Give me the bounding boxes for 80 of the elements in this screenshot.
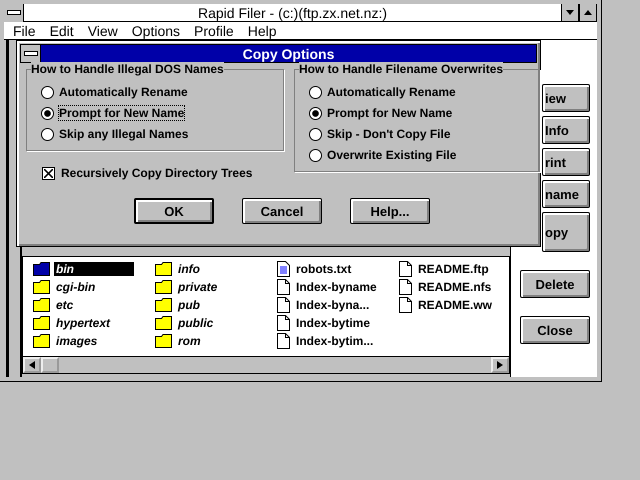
folder-icon <box>33 316 50 330</box>
file-name[interactable]: info <box>176 262 202 276</box>
delete-button[interactable]: Delete <box>520 270 590 298</box>
minimize-button[interactable] <box>561 4 579 22</box>
option-label[interactable]: Skip any Illegal Names <box>59 127 188 141</box>
side-button[interactable]: Info <box>542 116 590 144</box>
file-name[interactable]: private <box>176 280 220 294</box>
text-file-icon <box>277 261 290 277</box>
radio-button[interactable] <box>309 86 322 98</box>
file-icon <box>399 261 412 277</box>
folder-icon <box>155 298 172 312</box>
dialog-title: Copy Options <box>41 45 536 62</box>
file-name[interactable]: etc <box>54 298 76 312</box>
dialog-button[interactable]: Help... <box>350 198 430 224</box>
file-icon <box>399 297 412 313</box>
menu-item[interactable]: Options <box>126 22 190 38</box>
folder-icon <box>155 334 172 348</box>
menu-item[interactable]: Edit <box>44 22 83 38</box>
file-name[interactable]: cgi-bin <box>54 280 98 294</box>
up-arrow-icon <box>584 10 592 14</box>
maximize-button[interactable] <box>579 4 597 22</box>
group-title: How to Handle Filename Overwrites <box>299 62 504 76</box>
file-icon <box>277 297 290 313</box>
side-button[interactable]: name <box>542 180 590 208</box>
file-name[interactable]: README.ww <box>416 298 494 312</box>
folder-icon <box>33 334 50 348</box>
radio-button[interactable] <box>309 128 322 140</box>
window-title: Rapid Filer - (c:)(ftp.zx.net.nz:) <box>196 4 388 20</box>
radio-button[interactable] <box>41 86 54 98</box>
side-button[interactable]: iew <box>542 84 590 112</box>
file-name[interactable]: images <box>54 334 100 348</box>
radio-button[interactable] <box>309 106 322 120</box>
close-button[interactable]: Close <box>520 316 590 344</box>
folder-icon <box>155 280 172 294</box>
menu-item[interactable]: File <box>8 22 45 38</box>
menu-item[interactable]: Profile <box>189 22 243 38</box>
file-name[interactable]: robots.txt <box>294 262 354 276</box>
file-name[interactable]: Index-byna... <box>294 298 372 312</box>
menu-item[interactable]: Help <box>242 22 286 38</box>
file-name[interactable]: rom <box>176 334 203 348</box>
file-name[interactable]: README.ftp <box>416 262 491 276</box>
file-name[interactable]: hypertext <box>54 316 112 330</box>
file-name[interactable]: bin <box>54 262 134 276</box>
horizontal-scrollbar[interactable] <box>22 356 510 374</box>
option-label[interactable]: Automatically Rename <box>59 85 188 99</box>
option-label[interactable]: Overwrite Existing File <box>327 148 456 162</box>
file-icon <box>277 333 290 349</box>
radio-button[interactable] <box>41 106 54 120</box>
option-label[interactable]: Prompt for New Name <box>59 106 184 120</box>
file-name[interactable]: pub <box>176 298 202 312</box>
folder-icon <box>33 280 50 294</box>
radio-button[interactable] <box>41 128 54 140</box>
file-icon <box>277 315 290 331</box>
menu-item[interactable]: View <box>82 22 127 38</box>
down-arrow-icon <box>566 10 574 14</box>
option-label[interactable]: Skip - Don't Copy File <box>327 127 451 141</box>
checkbox-label[interactable]: Recursively Copy Directory Trees <box>61 166 252 180</box>
folder-icon <box>33 298 50 312</box>
folder-icon <box>155 262 172 276</box>
dialog-button[interactable]: Cancel <box>242 198 322 224</box>
file-name[interactable]: README.nfs <box>416 280 494 294</box>
right-arrow-icon <box>497 361 503 369</box>
file-name[interactable]: public <box>176 316 216 330</box>
file-icon <box>277 279 290 295</box>
checkbox[interactable] <box>42 166 55 180</box>
file-name[interactable]: Index-byname <box>294 280 379 294</box>
option-label[interactable]: Automatically Rename <box>327 85 456 99</box>
left-arrow-icon <box>29 361 35 369</box>
dialog-button[interactable]: OK <box>134 198 214 224</box>
system-menu-icon[interactable] <box>21 45 41 62</box>
side-button[interactable]: rint <box>542 148 590 176</box>
folder-icon <box>155 316 172 330</box>
option-label[interactable]: Prompt for New Name <box>327 106 452 120</box>
file-icon <box>399 279 412 295</box>
group-title: How to Handle Illegal DOS Names <box>31 62 224 76</box>
radio-button[interactable] <box>309 148 322 162</box>
folder-icon <box>33 262 50 276</box>
file-name[interactable]: Index-bytim... <box>294 334 376 348</box>
side-button[interactable]: opy <box>542 212 590 252</box>
file-name[interactable]: Index-bytime <box>294 316 372 330</box>
